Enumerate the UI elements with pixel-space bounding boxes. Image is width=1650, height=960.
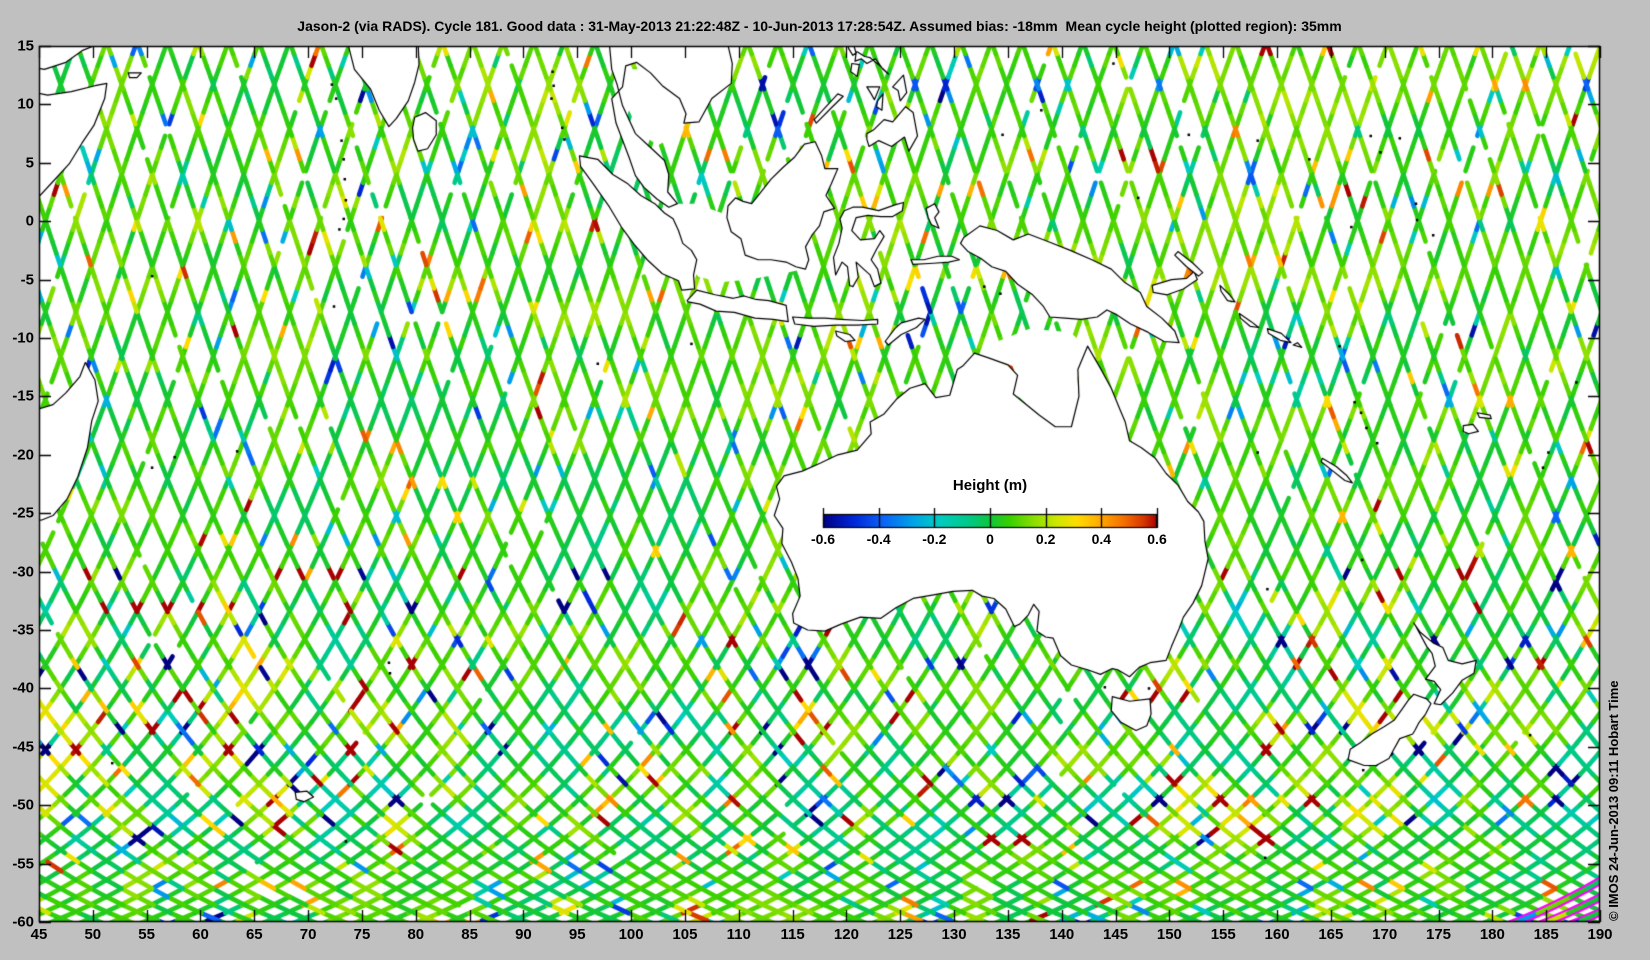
y-tick-label: -20 bbox=[12, 446, 34, 464]
y-tick-label: -15 bbox=[12, 387, 34, 405]
colorbar-label: Height (m) bbox=[952, 477, 1028, 494]
x-tick-label: 75 bbox=[353, 926, 371, 943]
colorbar-tick-label: 0 bbox=[986, 531, 994, 547]
x-tick-label: 80 bbox=[407, 926, 425, 943]
x-tick-label: 90 bbox=[515, 926, 532, 943]
y-tick-label: -60 bbox=[12, 913, 34, 931]
y-tick-label: 0 bbox=[25, 212, 34, 230]
x-tick-label: 135 bbox=[995, 926, 1021, 943]
y-tick-label: -10 bbox=[12, 329, 34, 347]
y-tick-label: 10 bbox=[17, 95, 34, 113]
x-tick-label: 150 bbox=[1156, 926, 1182, 943]
x-tick-label: 60 bbox=[192, 926, 209, 943]
imos-watermark: © IMOS 24-Jun-2013 09:11 Hobart Time bbox=[1606, 680, 1621, 921]
x-tick-label: 155 bbox=[1210, 926, 1236, 943]
x-tick-label: 70 bbox=[299, 926, 317, 943]
colorbar-tick-label: -0.4 bbox=[866, 531, 891, 547]
x-tick-label: 160 bbox=[1264, 926, 1290, 943]
x-tick-label: 170 bbox=[1372, 926, 1398, 943]
y-tick-label: -45 bbox=[12, 738, 34, 756]
x-tick-label: 55 bbox=[138, 926, 155, 943]
x-tick-label: 95 bbox=[568, 926, 586, 943]
x-tick-label: 175 bbox=[1426, 926, 1452, 943]
colorbar-tick-label: -0.6 bbox=[810, 531, 836, 547]
x-tick-label: 145 bbox=[1103, 926, 1129, 943]
altimetry-figure: Jason-2 (via RADS). Cycle 181. Good data… bbox=[0, 0, 1650, 960]
y-tick-label: -5 bbox=[20, 271, 34, 289]
x-tick-label: 190 bbox=[1587, 926, 1613, 943]
y-tick-label: -25 bbox=[12, 504, 34, 522]
colorbar-tick-label: 0.4 bbox=[1091, 531, 1112, 547]
y-tick-label: -30 bbox=[12, 563, 34, 581]
colorbar-tick-label: 0.2 bbox=[1035, 531, 1056, 547]
x-tick-label: 115 bbox=[780, 926, 805, 943]
x-tick-label: 85 bbox=[461, 926, 478, 943]
plot-title: Jason-2 (via RADS). Cycle 181. Good data… bbox=[297, 18, 1342, 34]
x-tick-label: 165 bbox=[1318, 926, 1344, 943]
y-tick-label: -50 bbox=[12, 796, 34, 814]
y-tick-label: 5 bbox=[25, 154, 34, 172]
y-tick-label: 15 bbox=[17, 37, 34, 55]
x-tick-label: 130 bbox=[941, 926, 967, 943]
x-tick-label: 110 bbox=[726, 926, 751, 943]
y-tick-label: -35 bbox=[12, 621, 34, 639]
x-tick-label: 120 bbox=[833, 926, 859, 943]
x-tick-label: 180 bbox=[1479, 926, 1505, 943]
x-tick-label: 65 bbox=[245, 926, 263, 943]
colorbar-tick-label: -0.2 bbox=[922, 531, 947, 547]
y-tick-label: -40 bbox=[12, 679, 34, 697]
x-tick-label: 50 bbox=[84, 926, 102, 943]
x-tick-label: 185 bbox=[1533, 926, 1559, 943]
x-tick-label: 100 bbox=[618, 926, 644, 943]
x-tick-label: 140 bbox=[1049, 926, 1075, 943]
x-tick-label: 105 bbox=[672, 926, 698, 943]
y-tick-label: -55 bbox=[12, 855, 34, 873]
colorbar-tick-label: 0.6 bbox=[1147, 531, 1167, 547]
x-tick-label: 125 bbox=[887, 926, 913, 943]
